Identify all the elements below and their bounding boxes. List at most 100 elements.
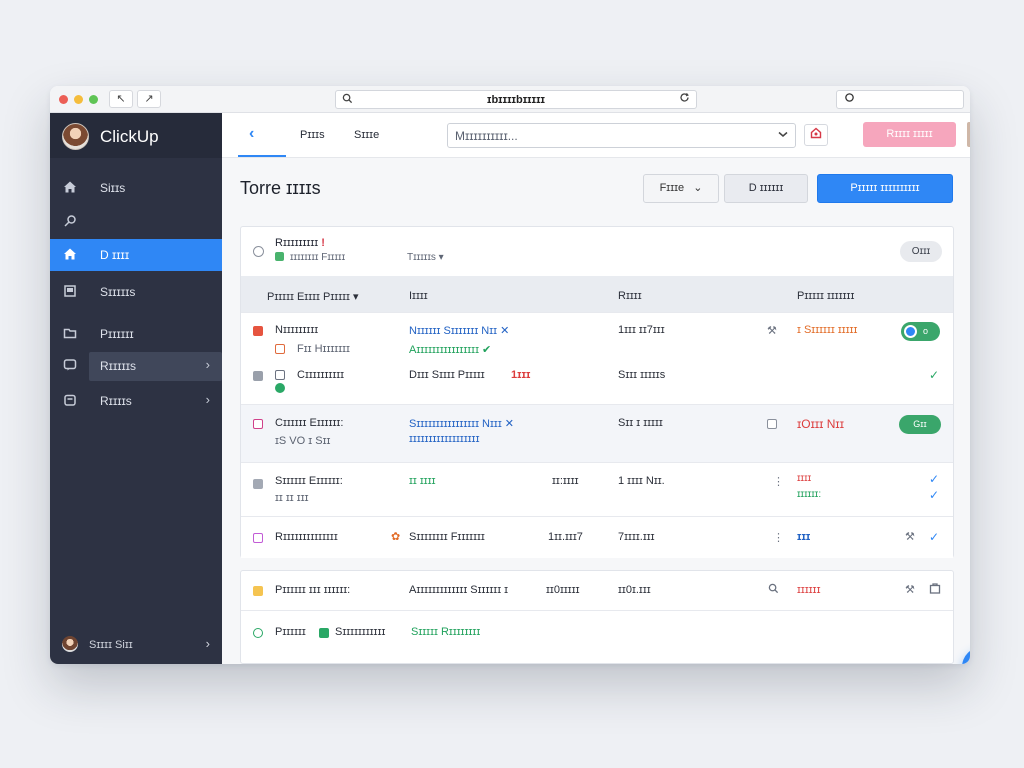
toggle-label: Gɪɪ <box>913 419 927 429</box>
column-header[interactable]: Rɪɪɪɪ <box>618 290 642 302</box>
url-bar[interactable]: ɪbɪɪɪɪbɪɪɪɪɪ <box>335 90 697 109</box>
row-status: ɪɪɪ <box>797 531 811 543</box>
browser-side-input[interactable] <box>836 90 964 109</box>
chevron-down-icon: ⌄ <box>693 182 703 194</box>
maximize-window-dot[interactable] <box>89 95 98 104</box>
tool-icon[interactable]: ⚒ <box>767 324 777 337</box>
project-card: Rɪɪɪɪɪɪɪɪɪ ! ɪɪɪɪɪɪɪɪ Fɪɪɪɪɪ Tɪɪɪɪɪs ▾ O… <box>240 226 954 558</box>
sidebar-item-label: Rɪɪɪɪɪs <box>100 359 137 373</box>
sidebar-item-reports[interactable]: Rɪɪɪɪɪs › <box>50 350 222 382</box>
sidebar-item-spaces[interactable]: Sɪɪɪɪɪs <box>50 276 222 308</box>
status-square-icon <box>275 252 284 261</box>
checkbox[interactable] <box>767 419 777 429</box>
avatar[interactable] <box>62 123 89 150</box>
row-link-secondary[interactable]: ɪɪɪɪɪɪɪɪɪɪɪɪɪɪɪɪɪɪ <box>409 433 479 445</box>
check-icon[interactable]: ✓ <box>929 530 939 544</box>
sidebar-item-records[interactable]: Rɪɪɪɪs › <box>50 385 222 417</box>
row-link[interactable]: Sɪɪɪɪɪɪɪɪɪɪɪɪɪɪɪɪ Nɪɪɪ ✕ <box>409 417 514 430</box>
table-row[interactable]: Nɪɪɪɪɪɪɪɪɪ Fɪɪ Hɪɪɪɪɪɪɪ Nɪɪɪɪɪɪ Sɪɪɪɪɪɪɪ… <box>241 312 953 404</box>
row-name: Rɪɪɪɪɪɪɪɪɪɪɪɪɪɪ <box>275 531 338 543</box>
tool-icon[interactable]: ⚒ <box>905 530 915 543</box>
tab-pages[interactable]: Pɪɪɪs <box>300 129 325 141</box>
chevron-down-icon[interactable] <box>777 128 789 143</box>
archive-icon <box>62 393 78 409</box>
toggle-knob <box>904 325 917 338</box>
status-square-icon <box>319 628 329 638</box>
row-amount: ɪɪ0ɪɪɪɪɪ <box>546 584 580 596</box>
more-icon[interactable]: ⋮ <box>773 531 784 544</box>
row-link[interactable]: Nɪɪɪɪɪɪ Sɪɪɪɪɪɪɪ Nɪɪ ✕ <box>409 324 509 337</box>
row-amount-secondary: ɪɪ0ɪ.ɪɪɪ <box>618 584 651 596</box>
forward-nav-icon[interactable]: ↗ <box>137 90 161 108</box>
row-link[interactable]: Sɪɪɪɪɪɪɪɪ Fɪɪɪɪɪɪɪ <box>409 531 485 543</box>
search-input[interactable]: Mɪɪɪɪɪɪɪɪɪɪ... <box>447 123 796 148</box>
row-name: Pɪɪɪɪɪɪ ɪɪɪ ɪɪɪɪɪɪ: <box>275 584 351 596</box>
row-toggle[interactable]: o <box>901 322 940 341</box>
row-link[interactable]: ɪɪ ɪɪɪɪ <box>409 475 436 487</box>
row-link-secondary[interactable]: Aɪɪɪɪɪɪɪɪɪɪɪɪɪɪɪɪ ✔ <box>409 343 491 356</box>
sidebar-item-label: Siɪɪs <box>100 181 126 195</box>
primary-button[interactable]: Pɪɪɪɪɪ ɪɪɪɪɪɪɪɪɪɪ <box>817 174 953 203</box>
check-icon[interactable]: ✓ <box>929 368 939 382</box>
row-name: Cɪɪɪɪɪɪ Eɪɪɪɪɪɪ: <box>275 417 344 429</box>
board-icon <box>62 284 78 300</box>
notification-icon[interactable] <box>804 124 828 146</box>
sidebar-footer-user[interactable]: Sɪɪɪɪ Siɪɪ › <box>50 628 222 664</box>
home-icon <box>62 247 78 263</box>
tab-source[interactable]: Sɪɪɪe <box>354 129 379 141</box>
more-icon[interactable]: ⋮ <box>773 475 784 488</box>
secondary-button[interactable]: D ɪɪɪɪɪɪ <box>724 174 808 203</box>
row-link[interactable]: Dɪɪɪ Sɪɪɪɪ Pɪɪɪɪɪ <box>409 369 485 381</box>
sidebar-item-projects[interactable]: Pɪɪɪɪɪɪ <box>50 318 222 350</box>
column-header[interactable]: Iɪɪɪɪ <box>409 290 428 302</box>
fab-button[interactable] <box>962 647 970 664</box>
row-status: ɪɪɪɪɪɪ <box>797 584 821 596</box>
check-icon[interactable]: ✓ <box>929 488 939 502</box>
chevron-right-icon: › <box>205 357 210 372</box>
card-filter-dropdown[interactable]: Tɪɪɪɪɪs ▾ <box>407 252 444 263</box>
bag-icon[interactable] <box>929 582 941 597</box>
status-badge[interactable]: Oɪɪɪ <box>900 241 942 262</box>
priority-square-icon <box>253 419 263 429</box>
top-toolbar: ‹ Pɪɪɪs Sɪɪɪe Mɪɪɪɪɪɪɪɪɪɪ... Rɪɪɪɪ ɪɪɪɪɪ <box>222 113 970 158</box>
alert-icon: ! <box>321 237 325 249</box>
doc-icon <box>275 344 285 354</box>
table-row[interactable]: Cɪɪɪɪɪɪ Eɪɪɪɪɪɪ: ɪS VO ɪ Sɪɪ Sɪɪɪɪɪɪɪɪɪɪ… <box>241 404 953 462</box>
row-amount: 1ɪɪɪ ɪɪ7ɪɪɪ <box>618 324 665 336</box>
divider <box>241 610 953 611</box>
priority-square-icon <box>253 326 263 336</box>
search-icon[interactable] <box>768 583 779 597</box>
row-toggle[interactable]: Gɪɪ <box>899 415 941 434</box>
sidebar-item-dashboard[interactable]: D ɪɪɪɪ <box>50 239 222 271</box>
sidebar-item-pin[interactable] <box>50 206 222 238</box>
check-icon[interactable]: ✓ <box>929 472 939 486</box>
back-nav-icon[interactable]: ↖ <box>109 90 133 108</box>
row-count: 1ɪɪɪ <box>511 369 531 381</box>
tool-icon[interactable]: ⚒ <box>905 583 915 596</box>
close-window-dot[interactable] <box>59 95 68 104</box>
report-button[interactable]: Rɪɪɪɪ ɪɪɪɪɪ <box>863 122 956 147</box>
column-header[interactable]: Pɪɪɪɪɪ ɪɪɪɪɪɪɪ <box>797 290 854 302</box>
folder-icon <box>62 326 78 342</box>
row-name: Nɪɪɪɪɪɪɪɪɪ <box>275 324 319 336</box>
card-title: Rɪɪɪɪɪɪɪɪɪ ! <box>275 237 325 249</box>
row-link[interactable]: Aɪɪɪɪɪɪɪɪɪɪɪɪɪ Sɪɪɪɪɪɪ ɪ <box>409 584 508 596</box>
table-row[interactable]: Sɪɪɪɪɪɪ Eɪɪɪɪɪɪ: ɪɪ ɪɪ ɪɪɪ ɪɪ ɪɪɪɪ ɪɪ:ɪɪ… <box>241 462 953 516</box>
toggle-mark-icon: o <box>923 326 929 336</box>
row-link[interactable]: Sɪɪɪɪɪ Rɪɪɪɪɪɪɪɪ <box>411 626 480 638</box>
row-amount-secondary: 1 ɪɪɪɪ Nɪɪ. <box>618 475 665 487</box>
sidebar-item-home[interactable]: Siɪɪs <box>50 172 222 204</box>
filter-button[interactable]: Fɪɪɪe ⌄ <box>643 174 719 203</box>
minimize-window-dot[interactable] <box>74 95 83 104</box>
chevron-right-icon: › <box>205 392 210 407</box>
row-amount: ɪɪ:ɪɪɪɪ <box>552 475 579 487</box>
home-icon <box>62 180 78 196</box>
select-radio[interactable] <box>253 246 264 257</box>
browser-window: ↖ ↗ ɪbɪɪɪɪbɪɪɪɪɪ ClickUp Siɪɪs D ɪɪɪɪ Sɪ… <box>50 86 970 664</box>
table-row[interactable]: Rɪɪɪɪɪɪɪɪɪɪɪɪɪɪ ✿ Sɪɪɪɪɪɪɪɪ Fɪɪɪɪɪɪɪ 1ɪɪ… <box>241 516 953 558</box>
reload-icon[interactable] <box>679 92 690 106</box>
avatar[interactable] <box>967 122 970 147</box>
avatar <box>62 636 78 652</box>
column-header[interactable]: Pɪɪɪɪɪ Eɪɪɪɪ Pɪɪɪɪɪ ▾ <box>267 290 359 303</box>
chevron-left-icon[interactable]: ‹ <box>249 125 254 143</box>
